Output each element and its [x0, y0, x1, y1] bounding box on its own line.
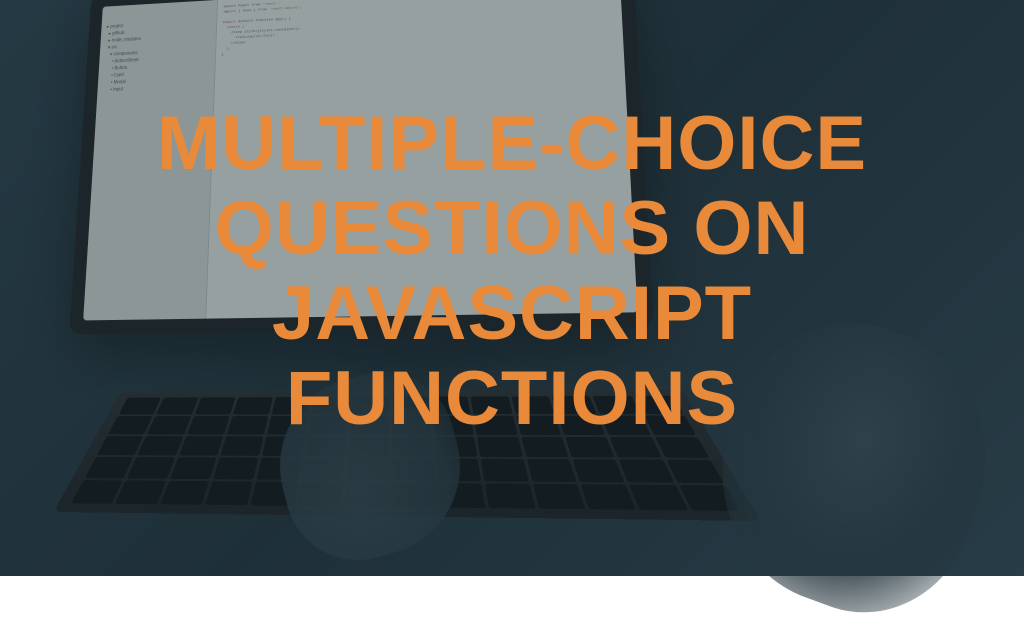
headline-line: FUNCTIONS — [51, 356, 973, 441]
headline-line: MULTIPLE-CHOICE — [51, 101, 973, 186]
headline-text: MULTIPLE-CHOICE QUESTIONS ON JAVASCRIPT … — [51, 101, 973, 441]
headline-line: QUESTIONS ON — [51, 186, 973, 271]
headline-line: JAVASCRIPT — [51, 271, 973, 356]
